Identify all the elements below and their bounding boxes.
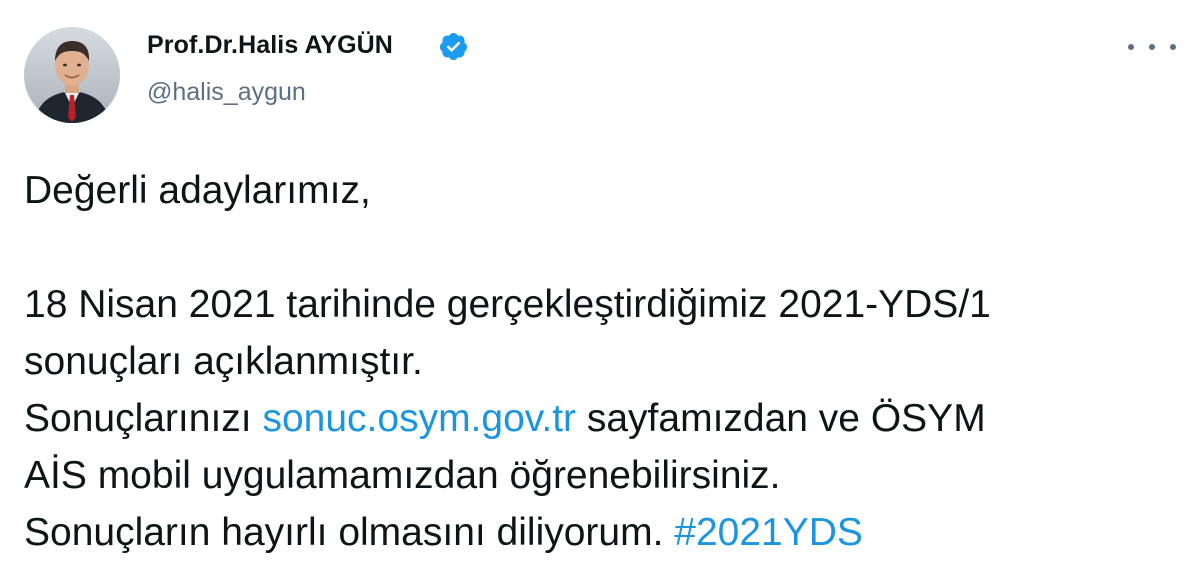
more-dot <box>1128 44 1134 50</box>
tweet-text-segment: Sonuçların hayırlı olmasını diliyorum. <box>24 511 675 554</box>
tweet-text: Değerli adaylarımız, 18 Nisan 2021 tarih… <box>24 162 1184 561</box>
author-display-name[interactable]: Prof.Dr.Halis AYGÜN <box>147 31 393 60</box>
author-handle[interactable]: @halis_aygun <box>147 78 306 107</box>
tweet-line: AİS mobil uygulamamızdan öğrenebilirsini… <box>24 454 781 497</box>
tweet-line-greeting: Değerli adaylarımız, <box>24 169 371 212</box>
tweet-text-segment: Sonuçlarınızı <box>24 397 263 440</box>
author-avatar[interactable] <box>24 27 120 123</box>
more-dot <box>1170 44 1176 50</box>
tweet-line-with-link: Sonuçlarınızı sonuc.osym.gov.tr sayfamız… <box>24 390 1184 447</box>
tweet-card: Prof.Dr.Halis AYGÜN @halis_aygun Değerli… <box>0 0 1200 574</box>
tweet-text-segment: sayfamızdan ve ÖSYM <box>576 397 986 440</box>
tweet-line: sonuçları açıklanmıştır. <box>24 340 423 383</box>
hashtag-link[interactable]: #2021YDS <box>674 511 863 554</box>
more-horizontal-icon[interactable] <box>1128 36 1176 58</box>
verified-badge-icon <box>439 32 468 61</box>
osym-results-link[interactable]: sonuc.osym.gov.tr <box>262 397 576 440</box>
tweet-line: 18 Nisan 2021 tarihinde gerçekleştirdiği… <box>24 283 991 326</box>
more-dot <box>1149 44 1155 50</box>
tweet-line-with-hashtag: Sonuçların hayırlı olmasını diliyorum. #… <box>24 504 1184 561</box>
profile-photo <box>24 27 120 123</box>
